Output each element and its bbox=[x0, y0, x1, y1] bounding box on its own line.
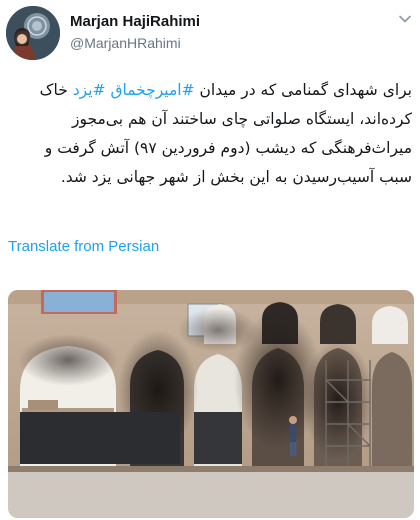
user-handle[interactable]: @MarjanHRahimi bbox=[70, 35, 181, 51]
tweet-header: Marjan HajiRahimi @MarjanHRahimi bbox=[0, 0, 420, 62]
tweet-text: برای شهدای گمنامی که در میدان #امیرچخماق… bbox=[8, 76, 412, 192]
tweet-photo[interactable] bbox=[8, 290, 414, 518]
translate-link[interactable]: Translate from Persian bbox=[8, 238, 159, 255]
tweet-text-start: برای شهدای گمنامی که در میدان bbox=[194, 81, 413, 99]
display-name[interactable]: Marjan HajiRahimi bbox=[70, 13, 200, 30]
hashtag-amirchakhmaq[interactable]: #امیرچخماق bbox=[110, 81, 194, 99]
hashtag-yazd[interactable]: #یزد bbox=[73, 81, 106, 99]
avatar[interactable] bbox=[6, 6, 60, 60]
burned-building-photo bbox=[8, 290, 414, 518]
chevron-down-icon[interactable] bbox=[398, 12, 412, 26]
